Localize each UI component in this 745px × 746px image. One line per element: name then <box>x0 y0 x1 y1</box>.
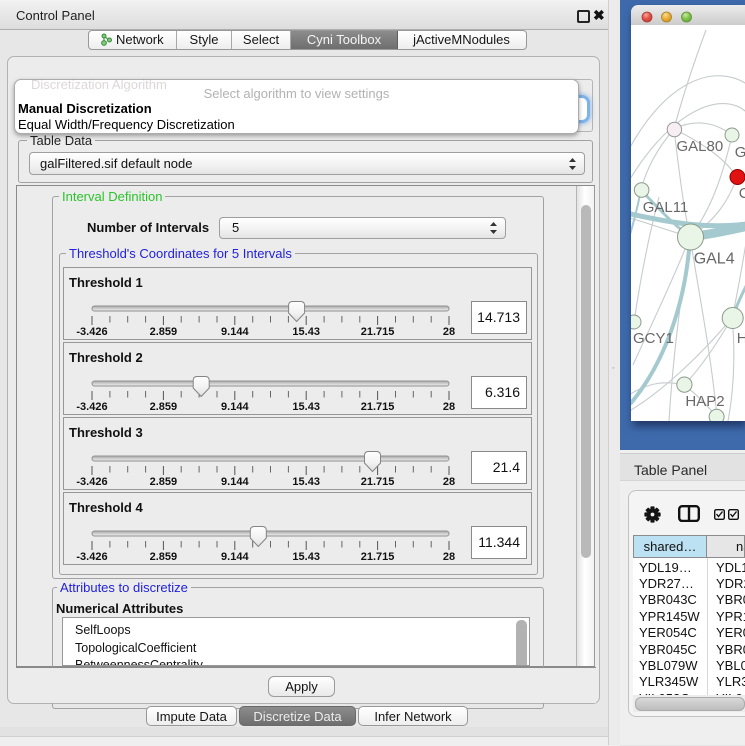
svg-text:-3.426: -3.426 <box>76 401 107 413</box>
svg-text:CY: CY <box>739 185 745 202</box>
svg-text:-3.426: -3.426 <box>76 326 107 338</box>
svg-text:15.43: 15.43 <box>292 326 320 338</box>
svg-text:28: 28 <box>443 401 455 413</box>
svg-text:21.715: 21.715 <box>361 326 395 338</box>
svg-text:2.859: 2.859 <box>150 476 178 488</box>
svg-text:9.144: 9.144 <box>221 401 249 413</box>
svg-text:15.43: 15.43 <box>292 401 320 413</box>
svg-text:GAL4: GAL4 <box>694 251 735 268</box>
svg-text:2.859: 2.859 <box>150 401 178 413</box>
svg-text:-3.426: -3.426 <box>76 551 107 563</box>
svg-text:HAP2: HAP2 <box>685 393 724 410</box>
svg-text:HA: HA <box>737 330 745 347</box>
svg-text:28: 28 <box>443 326 455 338</box>
svg-text:-3.426: -3.426 <box>76 476 107 488</box>
svg-text:15.43: 15.43 <box>292 551 320 563</box>
svg-text:GAL11: GAL11 <box>643 199 689 216</box>
svg-text:GA: GA <box>735 144 745 161</box>
svg-text:2.859: 2.859 <box>150 551 178 563</box>
svg-text:9.144: 9.144 <box>221 476 249 488</box>
svg-text:28: 28 <box>443 476 455 488</box>
svg-text:9.144: 9.144 <box>221 551 249 563</box>
svg-text:2.859: 2.859 <box>150 326 178 338</box>
svg-text:GCY1: GCY1 <box>633 330 674 347</box>
svg-text:28: 28 <box>443 551 455 563</box>
svg-text:9.144: 9.144 <box>221 326 249 338</box>
svg-text:21.715: 21.715 <box>361 476 395 488</box>
svg-text:15.43: 15.43 <box>292 476 320 488</box>
svg-text:GAL80: GAL80 <box>677 138 724 155</box>
svg-text:21.715: 21.715 <box>361 551 395 563</box>
svg-text:21.715: 21.715 <box>361 401 395 413</box>
